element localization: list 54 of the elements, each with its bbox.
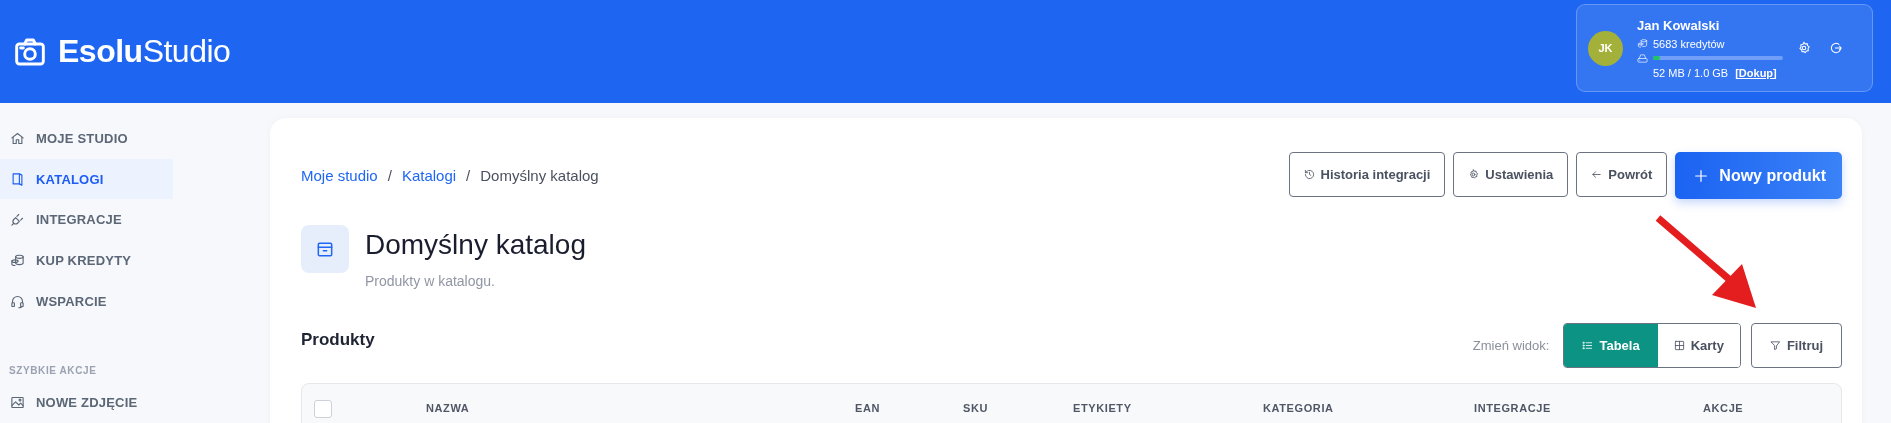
- storage-usage: 52 MB / 1.0 GB: [1653, 66, 1729, 79]
- coins-icon: [1637, 38, 1648, 49]
- section-title: SZYBKIE AKCJE: [8, 365, 98, 377]
- drive-icon: [1637, 52, 1648, 64]
- history-icon: [1303, 169, 1315, 180]
- headset-icon: [10, 293, 25, 309]
- sidebar-item[interactable]: KATALOGI: [0, 158, 173, 200]
- view-label: Zmień widok:: [1472, 338, 1550, 353]
- logo-text[interactable]: EsoluStudio: [58, 33, 231, 70]
- credits-count: 5683 kredytów: [1653, 37, 1725, 50]
- image-icon: [10, 395, 25, 411]
- buy-storage-link[interactable]: [Dokup]: [1735, 66, 1777, 79]
- box-icon: [315, 239, 335, 259]
- select-all-checkbox[interactable]: [314, 400, 332, 418]
- column-header: KATEGORIA: [1263, 401, 1335, 414]
- filter-icon: [1769, 340, 1781, 351]
- breadcrumb-separator: /: [387, 167, 392, 184]
- book-icon: [10, 171, 25, 187]
- page-subtitle: Produkty w katalogu.: [365, 273, 496, 289]
- home-icon: [10, 130, 25, 146]
- sidebar-item[interactable]: NOWE ZDJĘCIE: [0, 382, 173, 423]
- column-header: AKCJE: [1703, 401, 1745, 414]
- column-header: EAN: [855, 401, 882, 414]
- avatar: JK: [1588, 30, 1623, 66]
- grid-icon: [1673, 340, 1685, 351]
- action-button[interactable]: Historia integracji: [1288, 152, 1446, 197]
- user-name: Jan Kowalski: [1637, 17, 1721, 33]
- action-button[interactable]: Ustawienia: [1453, 152, 1569, 197]
- breadcrumb-link[interactable]: Katalogi: [401, 167, 457, 184]
- sidebar-item[interactable]: WSPARCIE: [0, 280, 173, 322]
- column-header: NAZWA: [426, 401, 471, 414]
- coins-icon: [10, 252, 25, 268]
- view-toggle[interactable]: Tabela: [1564, 324, 1658, 367]
- sidebar-item[interactable]: MOJE STUDIO: [0, 118, 173, 159]
- section-title: Produkty: [301, 330, 375, 350]
- sidebar-item[interactable]: INTEGRACJE: [0, 199, 173, 240]
- page-title: Domyślny katalog: [365, 229, 586, 261]
- logout-icon: [1829, 41, 1843, 55]
- arrow-left-icon: [1591, 169, 1603, 180]
- column-header: ETYKIETY: [1073, 401, 1133, 414]
- breadcrumb-current: Domyślny katalog: [480, 167, 599, 184]
- action-button[interactable]: Powrót: [1576, 152, 1668, 197]
- plug-icon: [10, 212, 25, 228]
- sidebar-item[interactable]: KUP KREDYTY: [0, 240, 173, 281]
- breadcrumb-separator: /: [466, 167, 471, 184]
- filter-button[interactable]: Filtruj: [1750, 323, 1842, 368]
- plus-icon: [1693, 167, 1710, 184]
- column-header: SKU: [963, 401, 990, 414]
- new-product-button[interactable]: Nowy produkt: [1675, 152, 1842, 199]
- settings-icon: [1468, 169, 1480, 180]
- breadcrumb-link[interactable]: Moje studio: [301, 167, 378, 184]
- column-header: INTEGRACJE: [1474, 401, 1552, 414]
- list-icon: [1582, 340, 1594, 351]
- settings-icon: [1797, 41, 1811, 55]
